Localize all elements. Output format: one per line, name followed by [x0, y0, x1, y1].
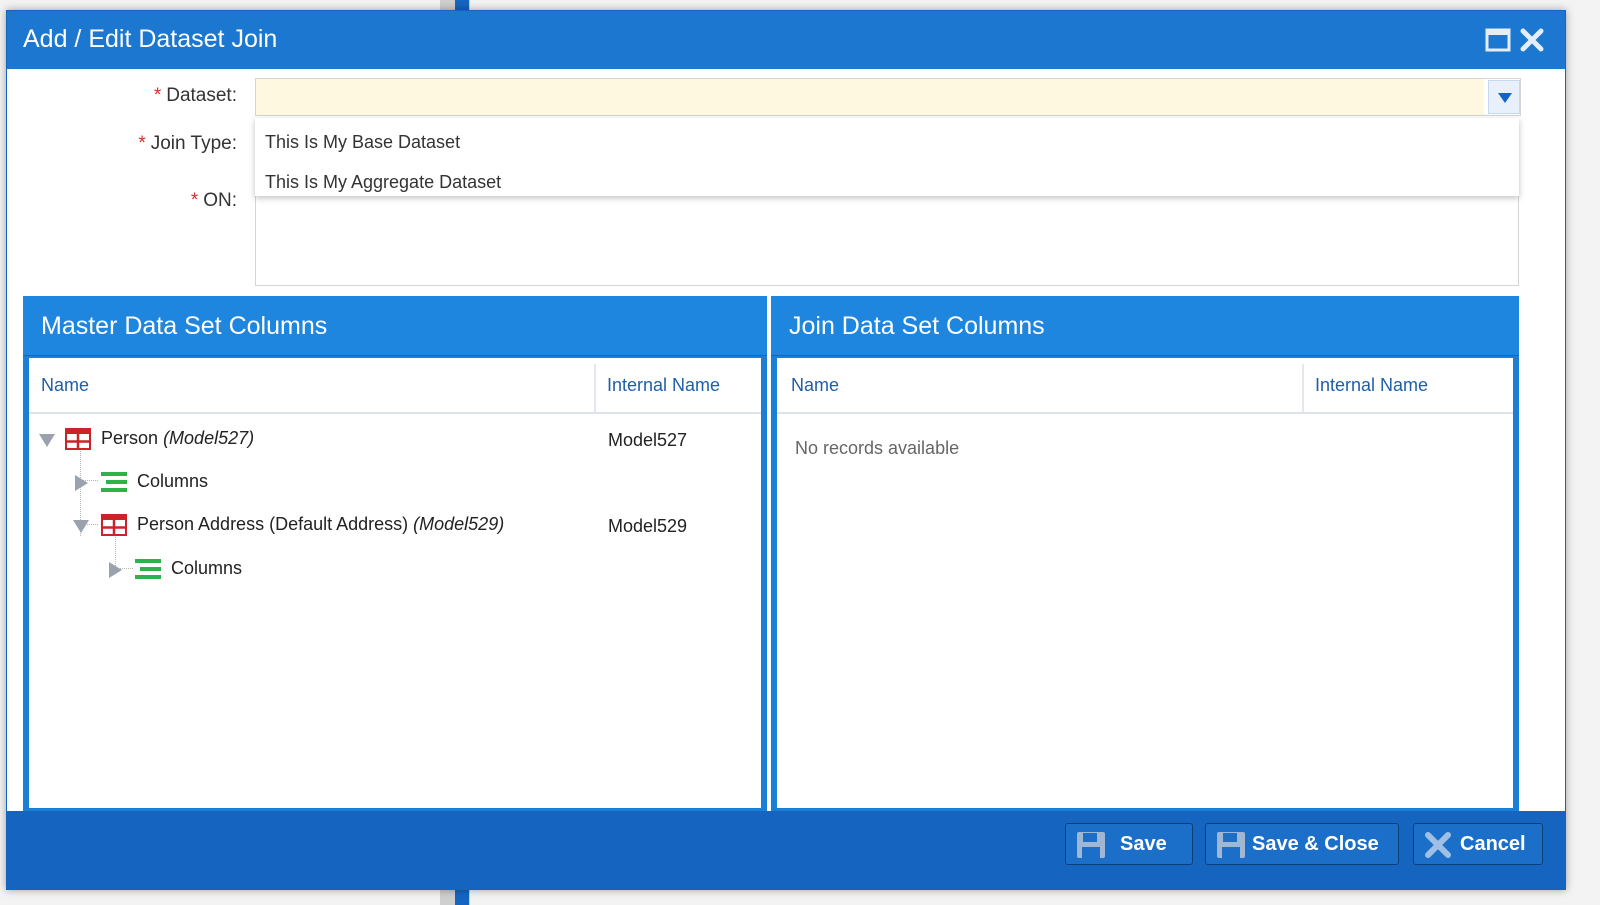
- tree-node-label: Person (Model527): [101, 428, 255, 448]
- join-columns-grid: Name Internal Name No records available: [777, 358, 1513, 808]
- collapse-arrow-icon[interactable]: [39, 434, 55, 447]
- internal-name-cell: Model527: [608, 430, 688, 450]
- cancel-x-icon: [1425, 832, 1451, 858]
- dropdown-option-base-dataset[interactable]: This Is My Base Dataset: [265, 132, 460, 153]
- master-col-name[interactable]: Name: [41, 375, 89, 396]
- save-icon: [1077, 832, 1105, 858]
- dataset-input[interactable]: [256, 79, 1484, 115]
- table-icon: [65, 428, 91, 450]
- master-columns-panel: Master Data Set Columns Name Internal Na…: [23, 296, 767, 812]
- internal-name-cell: Model529: [608, 516, 688, 536]
- column-separator[interactable]: [594, 364, 596, 412]
- master-columns-grid: Name Internal Name Person (Model527) Mod…: [29, 358, 761, 808]
- required-marker: *: [153, 85, 162, 106]
- tree-row-person[interactable]: Person (Model527) Model527: [29, 426, 761, 456]
- dataset-join-dialog: Add / Edit Dataset Join * Dataset: * Join …: [6, 10, 1566, 890]
- expand-arrow-icon[interactable]: [109, 562, 122, 578]
- tree-row-columns[interactable]: Columns: [29, 469, 761, 499]
- dialog-titlebar[interactable]: Add / Edit Dataset Join: [7, 11, 1565, 69]
- join-columns-panel: Join Data Set Columns Name Internal Name…: [771, 296, 1519, 812]
- tree-node-label: Columns: [171, 558, 243, 578]
- join-panel-title: Join Data Set Columns: [789, 312, 1045, 340]
- master-panel-header: Master Data Set Columns: [23, 296, 767, 356]
- tree-node-label: Person Address (Default Address) (Model5…: [137, 514, 505, 534]
- chevron-down-icon: [1498, 93, 1512, 103]
- dropdown-toggle-button[interactable]: [1488, 80, 1520, 114]
- dataset-dropdown-list: This Is My Base Dataset This Is My Aggre…: [255, 118, 1519, 196]
- on-condition-textarea[interactable]: [255, 186, 1519, 286]
- join-col-name[interactable]: Name: [791, 375, 839, 396]
- empty-grid-message: No records available: [795, 438, 960, 458]
- required-marker: *: [138, 133, 146, 154]
- close-icon[interactable]: [1519, 27, 1545, 53]
- table-icon: [101, 514, 127, 536]
- expand-arrow-icon[interactable]: [75, 475, 88, 491]
- join-col-internal-name[interactable]: Internal Name: [1315, 375, 1428, 396]
- master-grid-header: Name Internal Name: [29, 358, 761, 414]
- join-type-label: * Join Type:: [138, 133, 237, 154]
- tree-row-person-address[interactable]: Person Address (Default Address) (Model5…: [29, 512, 761, 542]
- save-icon: [1217, 832, 1245, 858]
- columns-list-icon: [101, 472, 127, 492]
- master-panel-title: Master Data Set Columns: [41, 312, 328, 340]
- save-button[interactable]: Save: [1065, 823, 1193, 865]
- collapse-arrow-icon[interactable]: [73, 520, 89, 533]
- join-grid-header: Name Internal Name: [777, 358, 1513, 414]
- cancel-button[interactable]: Cancel: [1413, 823, 1543, 865]
- join-panel-header: Join Data Set Columns: [771, 296, 1519, 356]
- dialog-footer: Save Save & Close Cancel: [7, 811, 1565, 889]
- dropdown-option-aggregate-dataset[interactable]: This Is My Aggregate Dataset: [265, 172, 501, 193]
- column-separator[interactable]: [1302, 364, 1304, 412]
- tree-row-columns[interactable]: Columns: [29, 556, 761, 586]
- save-and-close-button[interactable]: Save & Close: [1205, 823, 1399, 865]
- master-col-internal-name[interactable]: Internal Name: [607, 375, 720, 396]
- dataset-label: * Dataset:: [153, 85, 237, 106]
- required-marker: *: [190, 190, 199, 211]
- maximize-icon[interactable]: [1485, 27, 1511, 53]
- tree-node-label: Columns: [137, 471, 209, 491]
- on-label: * ON:: [190, 190, 237, 211]
- dialog-title: Add / Edit Dataset Join: [23, 25, 278, 53]
- columns-list-icon: [135, 559, 161, 579]
- dataset-combobox[interactable]: [255, 78, 1521, 116]
